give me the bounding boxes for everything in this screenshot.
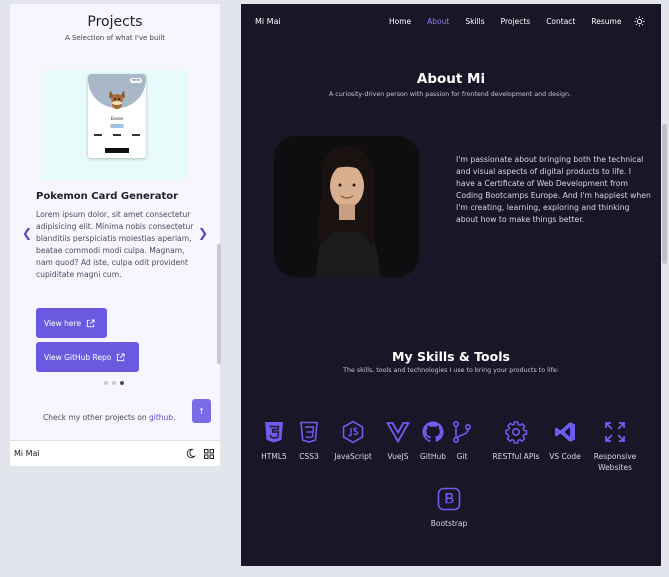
skills-title: My Skills & Tools (392, 349, 510, 364)
mobile-preview: Projects A Selection of what I've built … (10, 4, 220, 466)
pokemon-name: Eevee (110, 116, 124, 121)
gear-icon (505, 421, 528, 444)
profile-photo (274, 136, 419, 277)
view-here-button[interactable]: View here (36, 308, 107, 338)
skill-label: Responsive Websites (593, 452, 637, 472)
desktop-scrollbar[interactable] (661, 4, 669, 566)
external-link-icon (117, 352, 125, 361)
project-description: Lorem ipsum dolor, sit amet consectetur … (36, 210, 194, 279)
skill-label: Bootstrap (430, 519, 468, 528)
moon-icon[interactable] (185, 448, 196, 459)
expand-arrows-icon (605, 422, 625, 442)
project-image: HP 55 Eevee (42, 70, 188, 180)
css3-icon (300, 421, 318, 443)
external-link-icon (86, 318, 95, 327)
mobile-brand[interactable]: Mi Mai (14, 449, 40, 458)
carousel-next-icon[interactable]: ❯ (198, 226, 208, 240)
nav-links: Home About Skills Projects Contact Resum… (389, 17, 637, 26)
sun-icon[interactable] (634, 16, 645, 27)
arrow-up-icon: ↑ (198, 406, 205, 416)
brand-logo[interactable]: Mi Mai (255, 17, 281, 26)
skill-git: Git (432, 420, 492, 462)
carousel-dots (104, 381, 124, 385)
scrollbar-thumb[interactable] (662, 124, 667, 264)
skills-subtitle: The skills, tools and technologies I use… (343, 367, 559, 374)
pokemon-hp: HP 55 (130, 78, 142, 83)
grid-menu-icon[interactable] (204, 449, 214, 459)
mobile-bottom-bar: Mi Mai (10, 440, 220, 466)
about-bio: I'm passionate about bringing both the t… (456, 155, 651, 224)
project-title: Pokemon Card Generator (36, 191, 179, 202)
github-link[interactable]: github (149, 413, 173, 422)
carousel-prev-icon[interactable]: ❮ (22, 226, 32, 240)
nav-contact[interactable]: Contact (546, 17, 575, 26)
carousel-dot[interactable] (104, 381, 108, 385)
bootstrap-icon (437, 487, 461, 511)
nav-projects[interactable]: Projects (501, 17, 531, 26)
nav-resume[interactable]: Resume (591, 17, 621, 26)
mobile-scrollbar[interactable] (217, 244, 221, 364)
pokemon-card-preview: HP 55 Eevee (88, 74, 146, 158)
mobile-content: Projects A Selection of what I've built … (10, 4, 220, 440)
vscode-icon (555, 422, 575, 442)
eevee-icon (109, 90, 125, 109)
skill-label: Git (456, 452, 468, 461)
nav-skills[interactable]: Skills (465, 17, 484, 26)
navbar: Mi Mai Home About Skills Projects Contac… (241, 4, 661, 40)
carousel-dot[interactable] (120, 381, 124, 385)
github-repo-button[interactable]: View GitHub Repo (36, 342, 139, 372)
section-subtitle: A Selection of what I've built (64, 34, 166, 42)
git-branch-icon (452, 420, 472, 443)
about-title: About Mi (416, 71, 486, 87)
about-subtitle: A curiosity-driven person with passion f… (328, 91, 571, 98)
javascript-icon (342, 420, 364, 444)
skill-responsive: Responsive Websites (585, 420, 645, 473)
scroll-top-button[interactable]: ↑ (192, 399, 211, 423)
section-title: Projects (87, 14, 143, 30)
other-projects-text: Check my other projects on github. (43, 413, 176, 422)
desktop-preview: Mi Mai Home About Skills Projects Contac… (241, 4, 661, 566)
skill-bootstrap: Bootstrap (419, 487, 479, 529)
view-here-label: View here (44, 318, 82, 328)
github-repo-label: View GitHub Repo (44, 352, 112, 362)
nav-home[interactable]: Home (389, 17, 411, 26)
nav-about[interactable]: About (427, 17, 449, 26)
carousel-dot[interactable] (112, 381, 116, 385)
